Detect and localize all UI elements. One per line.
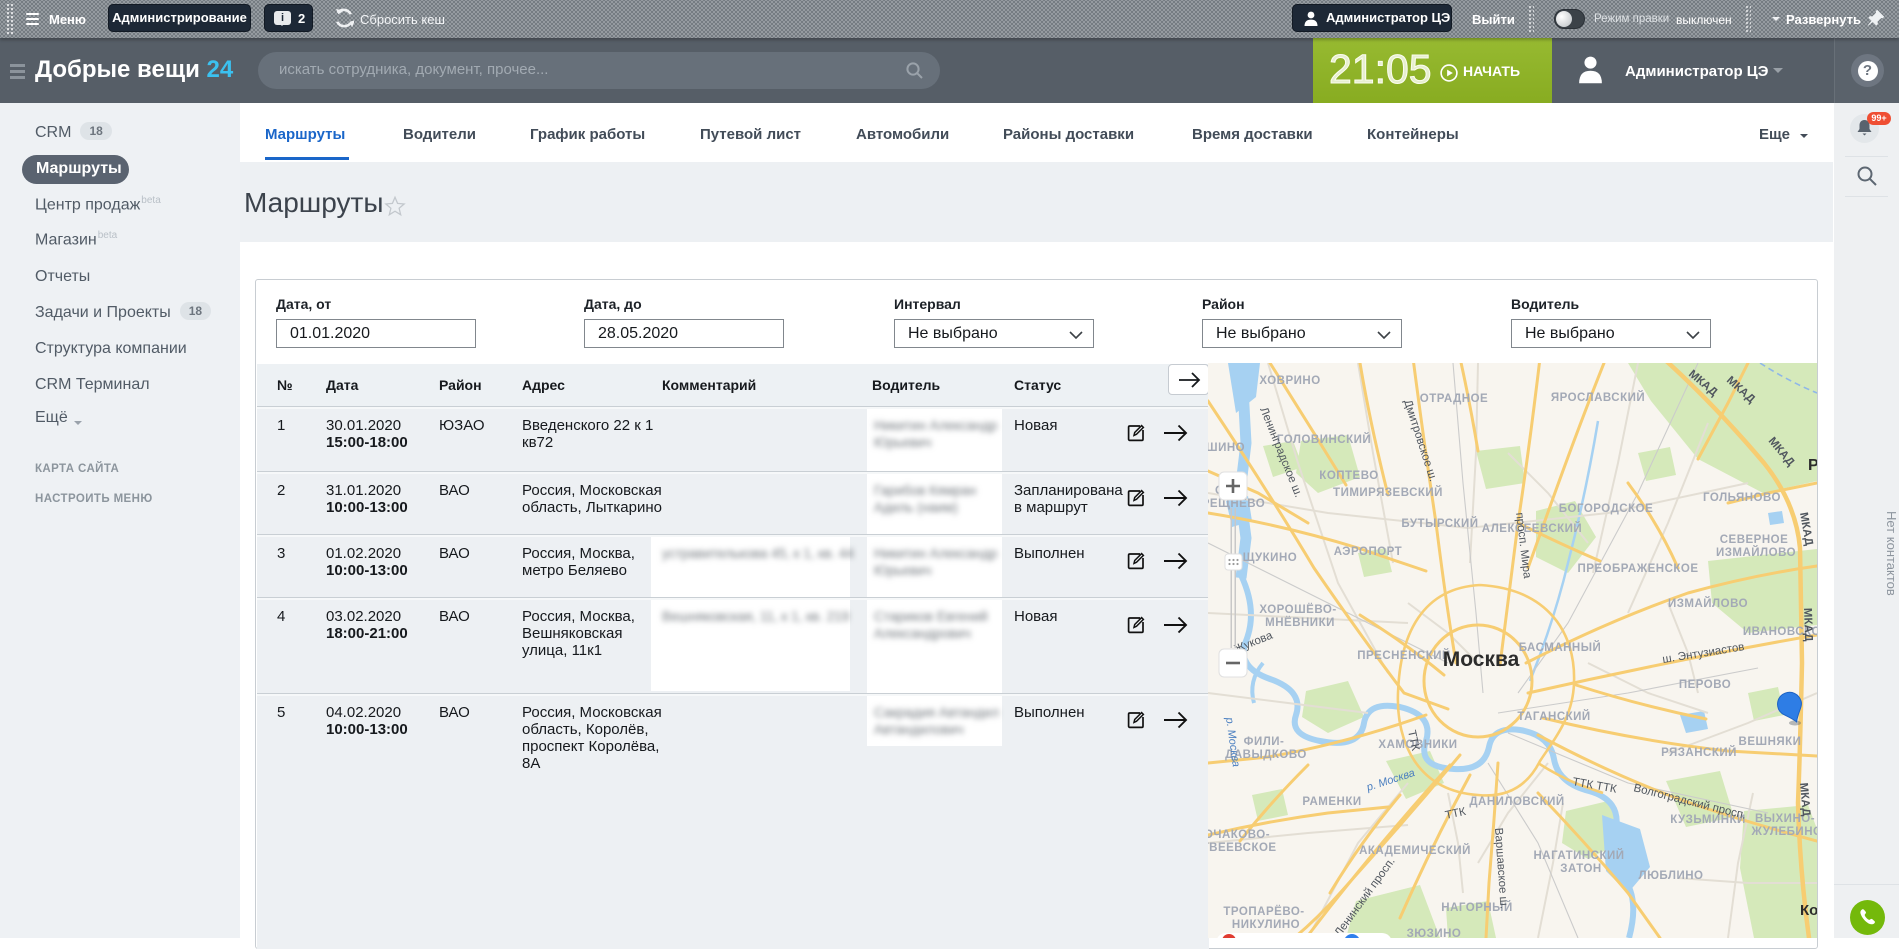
svg-text:РАМЕНКИ: РАМЕНКИ (1302, 796, 1361, 808)
svg-text:Ре: Ре (1808, 457, 1817, 474)
svg-text:Кот: Кот (1800, 902, 1817, 919)
svg-text:ПРЕОБРАЖЕНСКОЕ: ПРЕОБРАЖЕНСКОЕ (1577, 563, 1698, 575)
svg-text:ОЧАКОВО-: ОЧАКОВО- (1208, 829, 1270, 841)
svg-text:АЭРОПОРТ: АЭРОПОРТ (1334, 546, 1402, 558)
svg-text:ЗАТОН: ЗАТОН (1560, 863, 1601, 875)
svg-text:КОПТЕВО: КОПТЕВО (1319, 470, 1378, 482)
svg-text:ЩУКИНО: ЩУКИНО (1243, 552, 1297, 564)
svg-text:СЕВЕРНОЕ: СЕВЕРНОЕ (1720, 534, 1789, 546)
svg-text:НАГАТИНСКИЙ: НАГАТИНСКИЙ (1533, 849, 1624, 862)
svg-text:ВЕШНЯКИ: ВЕШНЯКИ (1739, 736, 1802, 748)
svg-text:ТРОПАРЁВО-: ТРОПАРЁВО- (1223, 905, 1304, 918)
svg-text:ПРЕСНЕНСКИЙ: ПРЕСНЕНСКИЙ (1357, 649, 1451, 662)
svg-text:ЗЮЗИНО: ЗЮЗИНО (1407, 928, 1462, 938)
svg-text:ЯРОСЛАВСКИЙ: ЯРОСЛАВСКИЙ (1551, 391, 1645, 404)
svg-text:ДАНИЛОВСКИЙ: ДАНИЛОВСКИЙ (1469, 795, 1564, 808)
svg-text:АКАДЕМИЧЕСКИЙ: АКАДЕМИЧЕСКИЙ (1359, 844, 1471, 857)
svg-text:ГОЛОВИНСКИЙ: ГОЛОВИНСКИЙ (1277, 433, 1371, 446)
svg-text:ХОРОШЁВО-: ХОРОШЁВО- (1259, 603, 1336, 616)
svg-text:БАСМАННЫЙ: БАСМАННЫЙ (1519, 641, 1602, 654)
svg-text:АТВЕЕВСКОЕ: АТВЕЕВСКОЕ (1208, 842, 1277, 854)
svg-text:НИКУЛИНО: НИКУЛИНО (1232, 919, 1300, 931)
svg-text:ЖУЛЕБИНО: ЖУЛЕБИНО (1751, 826, 1817, 838)
svg-text:МКАД: МКАД (1801, 608, 1814, 642)
svg-text:ПЕРОВО: ПЕРОВО (1679, 679, 1731, 691)
svg-text:Москва: Москва (1443, 648, 1520, 671)
svg-text:ИЗМАЙЛОВО: ИЗМАЙЛОВО (1668, 597, 1748, 610)
svg-text:ТАГАНСКИЙ: ТАГАНСКИЙ (1517, 710, 1590, 723)
svg-text:ИЗМАЙЛОВО: ИЗМАЙЛОВО (1716, 546, 1796, 559)
svg-text:АЛЕКСЕЕВСКИЙ: АЛЕКСЕЕВСКИЙ (1482, 522, 1582, 535)
svg-text:ТИМИРЯЗЕВСКИЙ: ТИМИРЯЗЕВСКИЙ (1333, 486, 1443, 499)
svg-text:РЯЗАНСКИЙ: РЯЗАНСКИЙ (1661, 746, 1737, 759)
svg-text:МНЁВНИКИ: МНЁВНИКИ (1265, 616, 1335, 629)
svg-text:БОГОРОДСКОЕ: БОГОРОДСКОЕ (1559, 503, 1653, 515)
svg-text:ФИЛИ-: ФИЛИ- (1244, 736, 1285, 748)
svg-text:ОТРАДНОЕ: ОТРАДНОЕ (1420, 393, 1488, 405)
svg-text:ХОВРИНО: ХОВРИНО (1259, 375, 1320, 387)
svg-text:ТУШИНО: ТУШИНО (1208, 442, 1245, 454)
svg-text:БУТЫРСКИЙ: БУТЫРСКИЙ (1401, 517, 1478, 530)
svg-text:ЛЮБЛИНО: ЛЮБЛИНО (1639, 870, 1704, 882)
svg-text:ГОЛЬЯНОВО: ГОЛЬЯНОВО (1703, 492, 1781, 504)
